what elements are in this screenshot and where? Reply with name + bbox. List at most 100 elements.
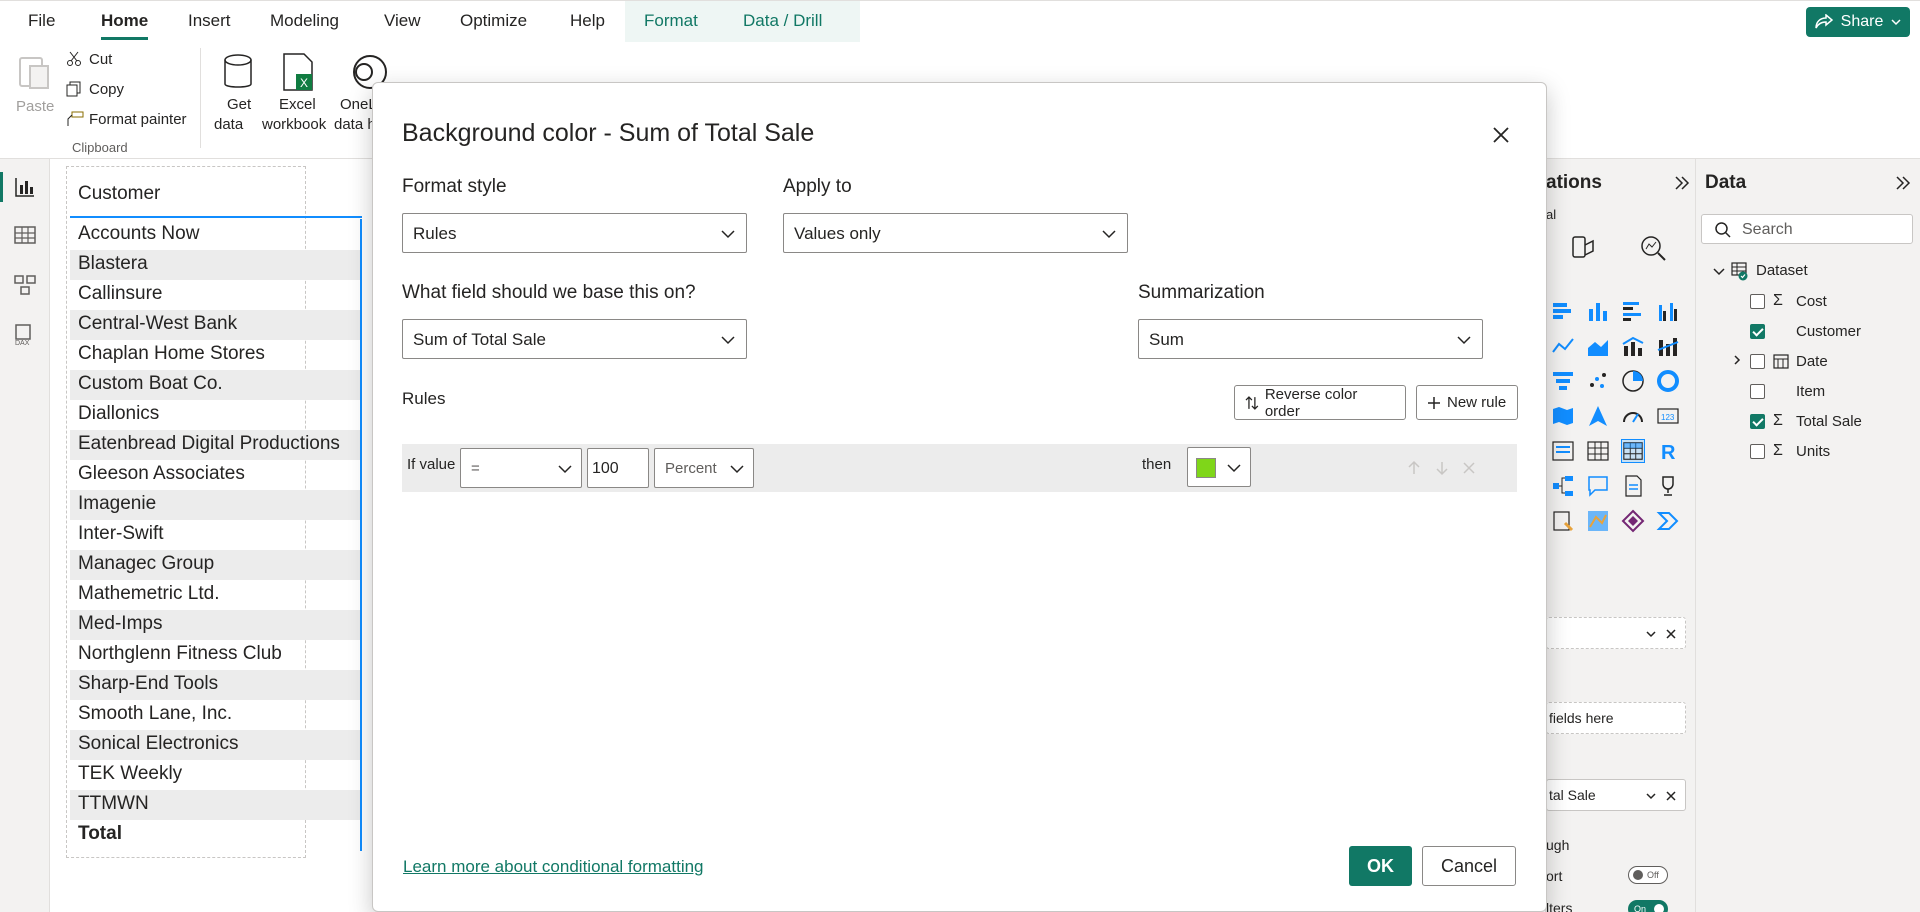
donut-chart-icon[interactable] [1656,369,1680,393]
table-row[interactable]: Custom Boat Co. [70,370,362,400]
base-field-dropdown[interactable]: Sum of Total Sale [402,319,747,359]
field-date[interactable]: Date [1796,353,1828,370]
cut-button[interactable]: Cut [89,51,112,68]
smart-narrative-icon[interactable] [1621,474,1645,498]
share-button[interactable]: Share [1806,7,1910,37]
ribbon-chart-icon[interactable] [1656,334,1680,358]
tab-help[interactable]: Help [570,11,605,31]
dax-query-view-icon[interactable]: DAX [13,323,37,347]
table-row[interactable]: Med-Imps [70,610,362,640]
tab-insert[interactable]: Insert [188,11,231,31]
remove-field-icon[interactable] [1665,790,1677,802]
format-painter-button[interactable]: Format painter [89,111,187,128]
collapse-pane-icon[interactable] [1673,174,1691,192]
values-field-well[interactable]: tal Sale [1546,779,1686,811]
gauge-icon[interactable] [1621,404,1645,428]
tab-optimize[interactable]: Optimize [460,11,527,31]
chevron-down-icon[interactable] [1645,790,1657,802]
tab-file[interactable]: File [28,11,55,31]
power-apps-icon[interactable] [1621,509,1645,533]
field-checkbox-item[interactable] [1750,384,1765,399]
field-checkbox-date[interactable] [1750,354,1765,369]
field-cost[interactable]: Cost [1796,293,1827,310]
clustered-column-chart-icon[interactable] [1656,299,1680,323]
table-row[interactable]: Accounts Now [70,220,362,250]
table-row[interactable]: Blastera [70,250,362,280]
line-column-chart-icon[interactable] [1621,334,1645,358]
close-icon[interactable] [1489,123,1513,147]
rule-value-input[interactable]: 100 [587,448,649,488]
table-row[interactable]: TEK Weekly [70,760,362,790]
qa-icon[interactable] [1586,474,1610,498]
unit-dropdown[interactable]: Percent [654,448,754,488]
remove-field-icon[interactable] [1665,628,1677,640]
table-icon[interactable] [1586,439,1610,463]
field-checkbox-customer[interactable] [1750,324,1765,339]
table-row[interactable]: Callinsure [70,280,362,310]
summarization-dropdown[interactable]: Sum [1138,319,1483,359]
field-customer[interactable]: Customer [1796,323,1861,340]
excel-label-1[interactable]: Excel [279,96,316,113]
table-row[interactable]: Inter-Swift [70,520,362,550]
table-view-icon[interactable] [13,223,37,247]
stacked-bar-chart-icon[interactable] [1551,299,1575,323]
table-row[interactable]: Central-West Bank [70,310,362,340]
decomposition-tree-icon[interactable] [1551,474,1575,498]
model-view-icon[interactable] [13,273,37,297]
map-icon[interactable] [1551,404,1575,428]
tab-view[interactable]: View [384,11,421,31]
apply-to-dropdown[interactable]: Values only [783,213,1128,253]
azure-maps-icon[interactable] [1586,509,1610,533]
dataset-label[interactable]: Dataset [1756,262,1808,279]
field-checkbox-cost[interactable] [1750,294,1765,309]
analytics-icon[interactable] [1638,233,1668,263]
new-rule-button[interactable]: New rule [1416,385,1518,420]
collapse-data-pane-icon[interactable] [1894,174,1912,192]
power-automate-icon[interactable] [1656,509,1680,533]
tab-home[interactable]: Home [101,11,149,40]
field-units[interactable]: Units [1796,443,1830,460]
table-row[interactable]: Chaplan Home Stores [70,340,362,370]
paste-button[interactable]: Paste [16,98,54,115]
cross-report-toggle[interactable]: Off [1628,866,1668,884]
field-item[interactable]: Item [1796,383,1825,400]
table-row[interactable]: Smooth Lane, Inc. [70,700,362,730]
clustered-bar-chart-icon[interactable] [1621,299,1645,323]
chevron-right-icon[interactable] [1731,354,1743,366]
funnel-chart-icon[interactable] [1551,369,1575,393]
color-picker-dropdown[interactable] [1187,447,1251,487]
area-chart-icon[interactable] [1586,334,1610,358]
table-row[interactable]: Northglenn Fitness Club [70,640,362,670]
tab-data-drill[interactable]: Data / Drill [743,11,822,31]
paginated-report-icon[interactable] [1551,509,1575,533]
table-row[interactable]: TTMWN [70,790,362,820]
table-row[interactable]: Diallonics [70,400,362,430]
table-row[interactable]: Sharp-End Tools [70,670,362,700]
field-checkbox-total-sale[interactable] [1750,414,1765,429]
trophy-icon[interactable] [1656,474,1680,498]
table-row[interactable]: Imagenie [70,490,362,520]
line-chart-icon[interactable] [1551,334,1575,358]
slicer-icon[interactable] [1551,439,1575,463]
format-style-dropdown[interactable]: Rules [402,213,747,253]
matrix-icon[interactable] [1621,439,1645,463]
get-data-label-2[interactable]: data [214,116,243,133]
format-visual-icon[interactable] [1568,233,1598,263]
pie-chart-icon[interactable] [1621,369,1645,393]
onelake-label-2[interactable]: data h [334,116,376,133]
get-data-label-1[interactable]: Get [227,96,251,113]
table-total-row[interactable]: Total [70,820,362,850]
data-search-input[interactable]: Search [1701,214,1913,244]
keep-filters-toggle[interactable]: On [1628,900,1668,912]
table-row[interactable]: Eatenbread Digital Productions [70,430,362,460]
excel-label-2[interactable]: workbook [262,116,326,133]
operator-dropdown[interactable]: = [460,448,582,488]
table-row[interactable]: Gleeson Associates [70,460,362,490]
field-checkbox-units[interactable] [1750,444,1765,459]
field-well-empty[interactable] [1546,617,1686,649]
reverse-color-order-button[interactable]: Reverse color order [1234,385,1406,420]
table-row[interactable]: Mathemetric Ltd. [70,580,362,610]
r-visual-icon[interactable]: R [1656,439,1680,463]
azure-map-icon[interactable] [1586,404,1610,428]
drop-fields-well[interactable]: fields here [1546,702,1686,734]
